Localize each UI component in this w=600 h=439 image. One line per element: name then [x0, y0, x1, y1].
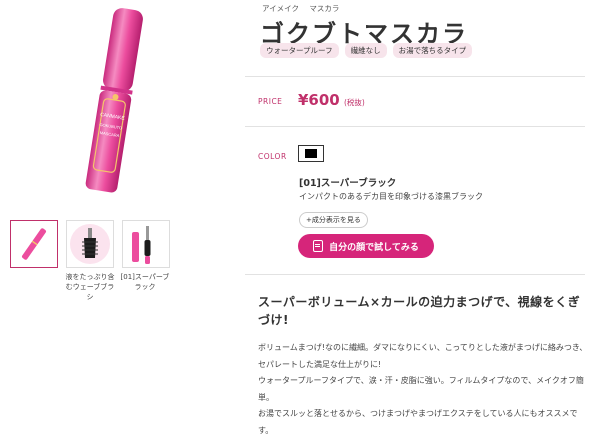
mascara-brush-icon — [70, 224, 110, 264]
virtual-tryon-button[interactable]: 自分の顔で試してみる — [298, 234, 434, 258]
price-label: PRICE — [258, 97, 283, 106]
product-tags: ウォータープルーフ 繊維なし お湯で落ちるタイプ — [260, 43, 473, 58]
shade-name: [01]スーパーブラック — [299, 178, 397, 189]
description-paragraph: ボリュームまつげ!なのに繊細。ダマになりにくい、こってりとした液がまつげに絡みつ… — [258, 343, 588, 369]
color-label: COLOR — [258, 152, 287, 161]
breadcrumb-mascara[interactable]: マスカラ — [309, 4, 339, 13]
thumbnail-product[interactable] — [10, 220, 58, 268]
divider — [245, 76, 585, 77]
tryon-button-label: 自分の顔で試してみる — [329, 242, 419, 253]
divider — [245, 126, 585, 127]
color-swatch-black[interactable] — [298, 145, 324, 162]
description-paragraph: お湯でスルッと落とせるから、つけまつげやまつげエクステをしている人にもオススメで… — [258, 409, 578, 435]
thumbnail-brush[interactable] — [66, 220, 114, 268]
description-body: ボリュームまつげ!なのに繊細。ダマになりにくい、こってりとした液がまつげに絡みつ… — [258, 340, 588, 439]
ingredients-button[interactable]: +成分表示を見る — [299, 212, 368, 228]
thumbnail-shade-01[interactable] — [122, 220, 170, 268]
mascara-tube-icon — [22, 228, 46, 260]
face-tryon-icon — [313, 240, 324, 252]
mascara-open-icon — [132, 226, 151, 264]
thumbnail-caption-brush: 液をたっぷり含むウェーブブラシ — [65, 273, 115, 301]
divider — [245, 274, 585, 275]
tag-waterproof: ウォータープルーフ — [260, 43, 339, 58]
tag-warm-water-removal: お湯で落ちるタイプ — [392, 43, 473, 58]
price-value: ¥600 — [298, 91, 340, 109]
shade-description: インパクトのあるデカ目を印象づける漆黒ブラック — [299, 192, 483, 201]
swatch-fill — [305, 149, 317, 158]
breadcrumb-eye-makeup[interactable]: アイメイク — [262, 4, 299, 13]
thumbnail-caption-shade: [01]スーパーブラック — [120, 273, 170, 291]
price-tax-note: (税抜) — [344, 98, 365, 107]
description-paragraph: ウォータープルーフタイプで、涙・汗・皮脂に強い。フィルムタイプなので、メイクオフ… — [258, 376, 584, 402]
description-headline: スーパーボリューム×カールの迫力まつげで、視線をくぎづけ! — [258, 295, 581, 327]
tag-no-fiber: 繊維なし — [344, 43, 387, 58]
product-main-image: CANMAKE GOKUBUTO MASCARA — [60, 0, 170, 205]
breadcrumb: アイメイク マスカラ — [262, 3, 347, 14]
thumbnail-gallery: 液をたっぷり含むウェーブブラシ [01]スーパーブラック — [10, 220, 175, 310]
